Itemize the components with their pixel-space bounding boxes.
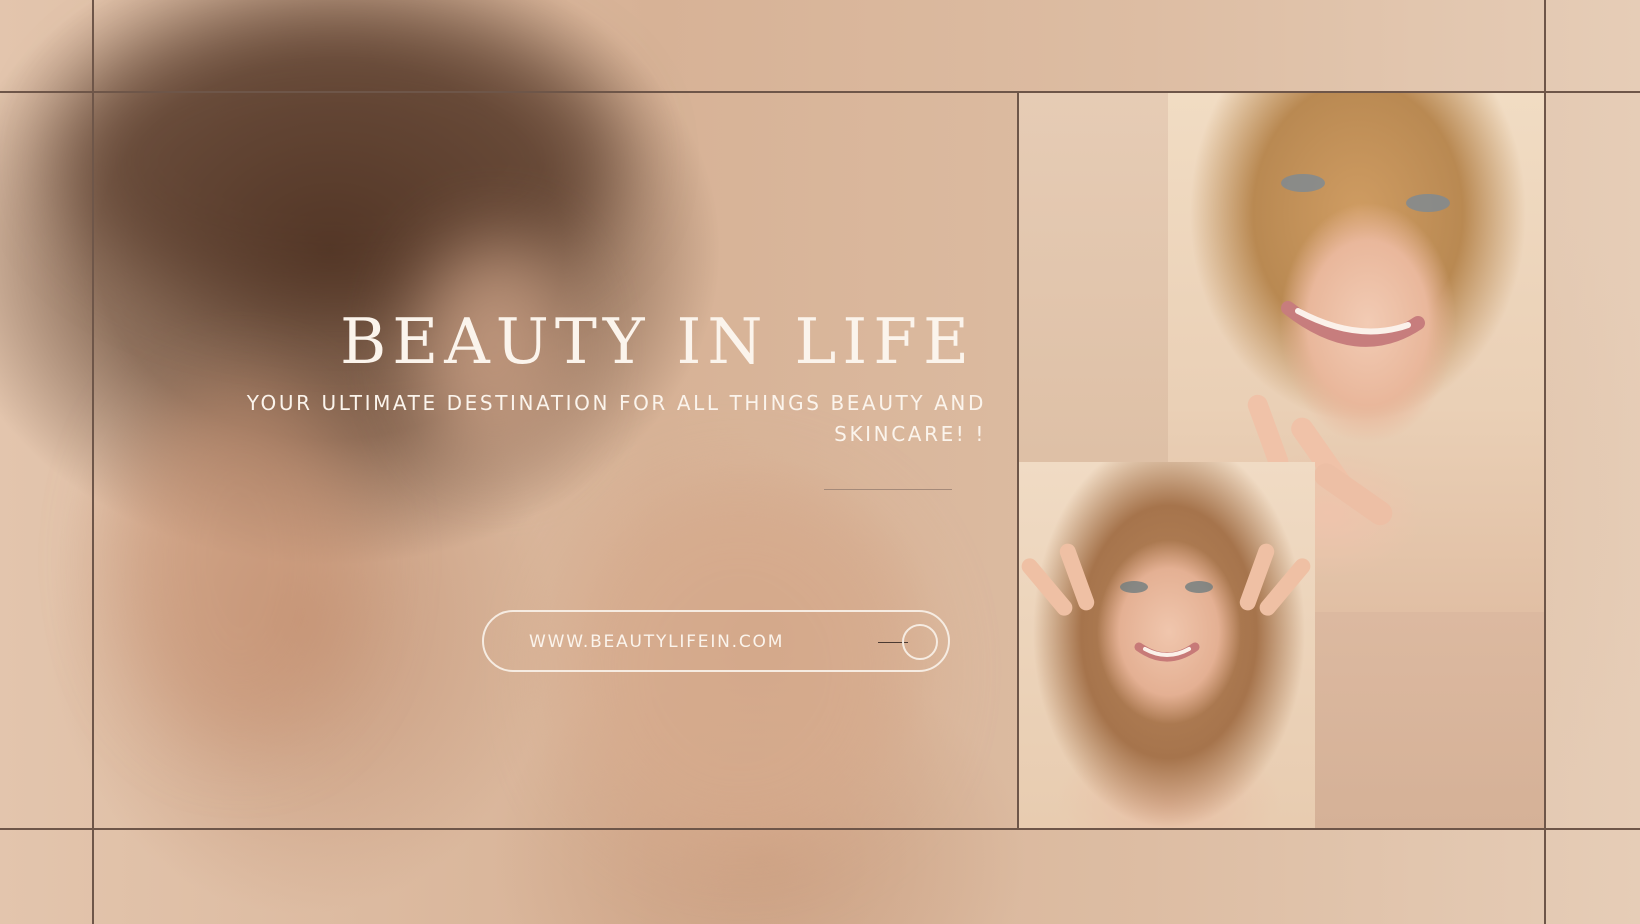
arrow-right-circle-icon — [902, 624, 938, 660]
page-title: BEAUTY IN LIFE — [340, 305, 975, 378]
website-url-text: WWW.BEAUTYLIFEIN.COM — [529, 632, 785, 652]
divider-line — [824, 489, 952, 490]
grid-line-bottom — [0, 828, 1640, 830]
page-subtitle: YOUR ULTIMATE DESTINATION FOR ALL THINGS… — [246, 391, 986, 446]
portrait-photo-hands-on-face — [1019, 462, 1315, 828]
tan-panel-lower — [1315, 612, 1544, 828]
website-url-button[interactable]: WWW.BEAUTYLIFEIN.COM — [482, 610, 950, 672]
grid-line-left — [92, 0, 94, 924]
tan-panel-upper — [1019, 93, 1168, 462]
grid-line-right — [1544, 0, 1546, 924]
